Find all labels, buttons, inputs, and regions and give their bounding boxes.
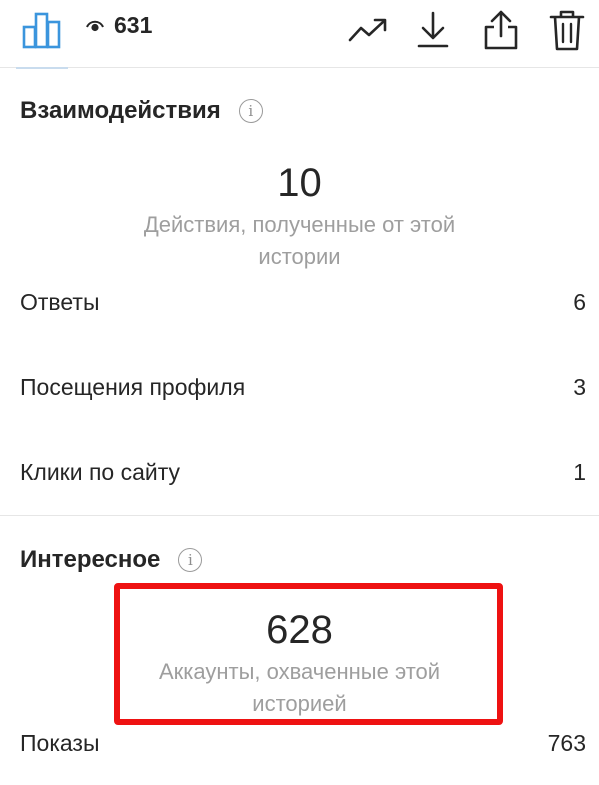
views-indicator: 631 [86,14,152,37]
eye-icon [86,20,104,31]
row-value: 3 [573,374,586,400]
row-label: Клики по сайту [20,459,181,485]
interactions-caption: Действия, полученные от этой истории [143,212,456,269]
info-icon[interactable]: i [238,99,263,123]
interactions-title: Взаимодействия [20,97,221,124]
discovery-section-title: Интересное i [20,546,203,574]
discovery-caption: Аккаунты, охваченные этой историей [158,659,441,716]
row-value: 1 [573,459,586,485]
share-button[interactable] [477,6,525,54]
active-tab-indicator [16,67,68,69]
trash-icon [549,10,585,51]
list-item-website-clicks: Клики по сайту 1 [20,459,586,486]
discovery-total: 628 [266,608,333,652]
info-icon[interactable]: i [178,548,203,572]
discovery-title: Интересное [20,546,161,573]
row-label: Показы [20,730,100,756]
views-count: 631 [114,12,153,38]
story-insights-header: 631 [0,0,599,69]
download-button[interactable] [409,6,457,54]
row-label: Ответы [20,289,100,315]
list-item-impressions: Показы 763 [20,730,586,757]
list-item-profile-visits: Посещения профиля 3 [20,374,586,401]
section-divider [0,515,599,516]
tab-stats[interactable] [10,0,68,69]
list-item-replies: Ответы 6 [20,289,586,316]
row-value: 763 [547,730,586,756]
bar-chart-icon [22,12,61,49]
trending-up-icon [348,18,387,42]
share-icon [484,10,518,50]
row-label: Посещения профиля [20,374,246,400]
interactions-summary: 10 Действия, полученные от этой истории [0,163,599,273]
promote-button[interactable] [344,6,392,54]
interactions-total: 10 [277,161,322,205]
delete-button[interactable] [543,6,591,54]
download-icon [417,11,449,48]
interactions-section-title: Взаимодействия i [20,97,263,125]
row-value: 6 [573,289,586,315]
discovery-summary: 628 Аккаунты, охваченные этой историей [0,610,599,720]
